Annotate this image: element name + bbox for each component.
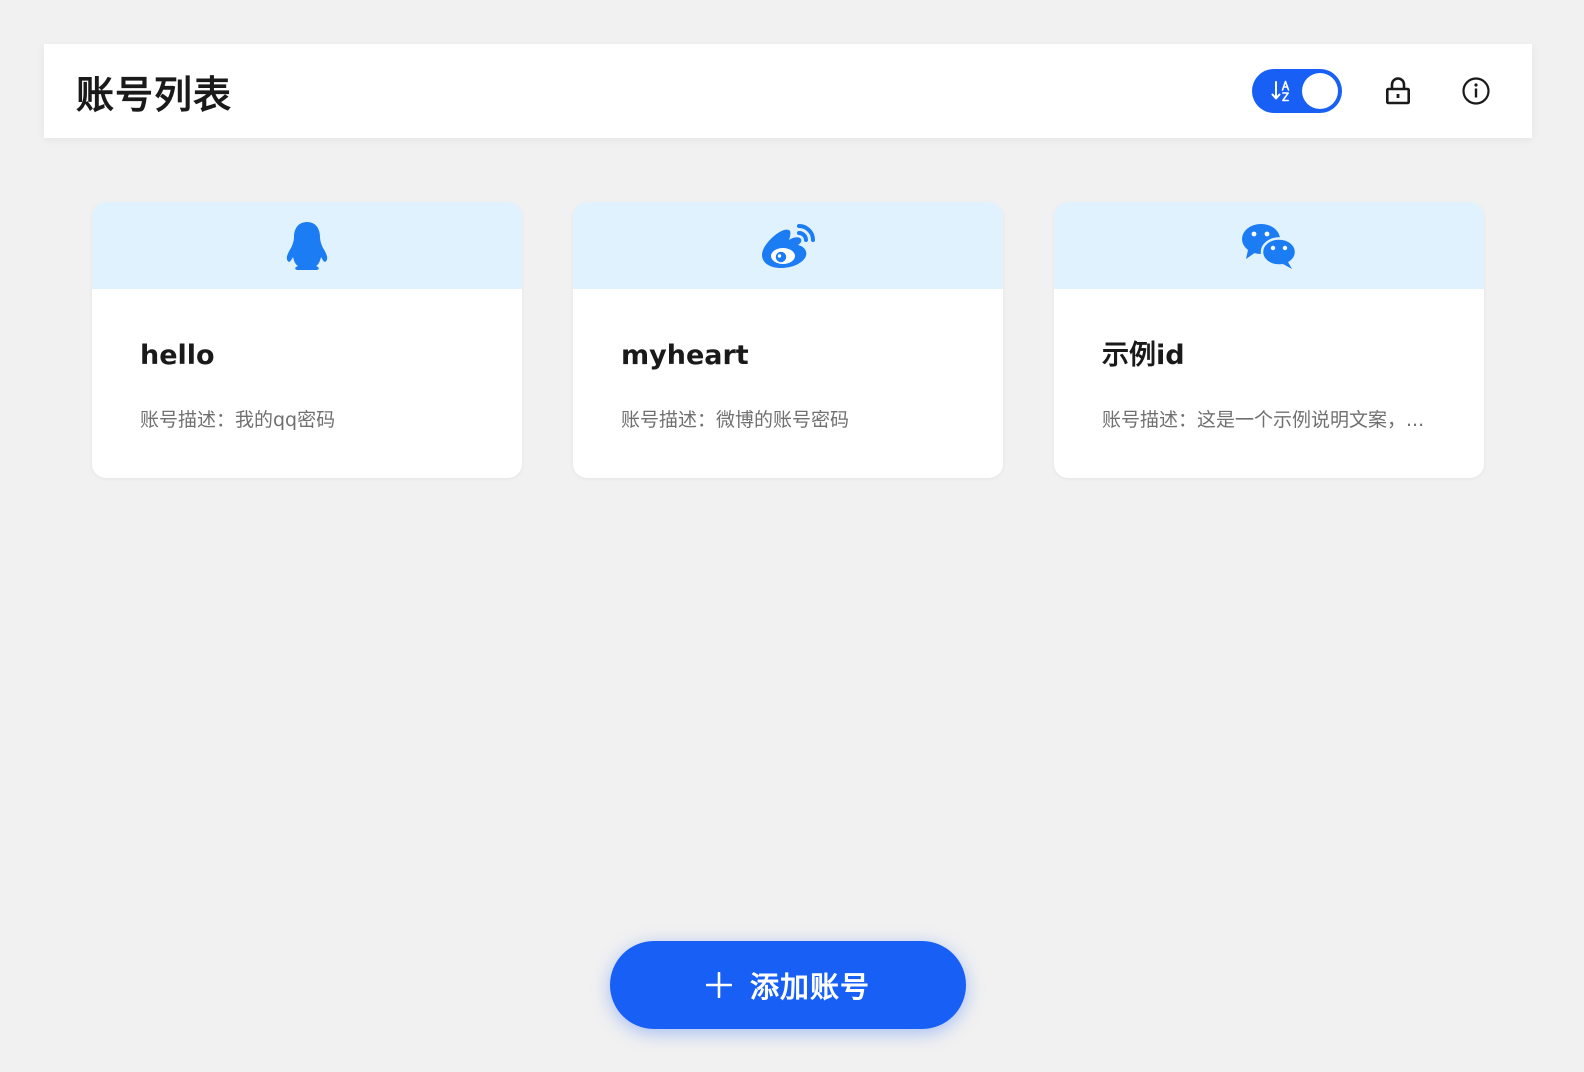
account-card-list: hello 账号描述：我的qq密码 myheart 账号描述：微博的账号密码 示… — [92, 202, 1484, 478]
account-description: 账号描述：我的qq密码 — [140, 409, 336, 431]
lock-button[interactable] — [1378, 71, 1418, 111]
account-description: 账号描述：微博的账号密码 — [621, 409, 850, 431]
card-header — [1054, 202, 1484, 289]
toggle-knob — [1302, 73, 1338, 109]
info-button[interactable] — [1456, 71, 1496, 111]
card-body: 示例id 账号描述：这是一个示例说明文案，... — [1054, 289, 1484, 432]
account-card[interactable]: hello 账号描述：我的qq密码 — [92, 202, 522, 478]
card-header — [573, 202, 1003, 289]
qq-penguin-icon — [286, 221, 328, 270]
add-account-label: 添加账号 — [749, 970, 870, 1004]
plus-icon — [705, 972, 732, 998]
sort-az-icon — [1271, 80, 1290, 102]
account-card[interactable]: myheart 账号描述：微博的账号密码 — [573, 202, 1003, 478]
wechat-icon — [1242, 223, 1298, 269]
card-body: hello 账号描述：我的qq密码 — [92, 289, 522, 432]
card-header — [92, 202, 522, 289]
account-description: 账号描述：这是一个示例说明文案，... — [1102, 409, 1425, 431]
account-card[interactable]: 示例id 账号描述：这是一个示例说明文案，... — [1054, 202, 1484, 478]
page-title: 账号列表 — [76, 72, 233, 117]
header-actions — [1252, 69, 1496, 113]
info-icon — [1462, 77, 1490, 105]
app-header: 账号列表 — [44, 44, 1532, 138]
sort-toggle[interactable] — [1252, 69, 1342, 113]
lock-icon — [1385, 77, 1410, 105]
account-name: 示例id — [1102, 340, 1185, 371]
add-account-button[interactable]: 添加账号 — [610, 941, 966, 1029]
account-name: hello — [140, 340, 215, 371]
weibo-icon — [762, 223, 815, 268]
card-body: myheart 账号描述：微博的账号密码 — [573, 289, 1003, 432]
account-name: myheart — [621, 340, 749, 371]
